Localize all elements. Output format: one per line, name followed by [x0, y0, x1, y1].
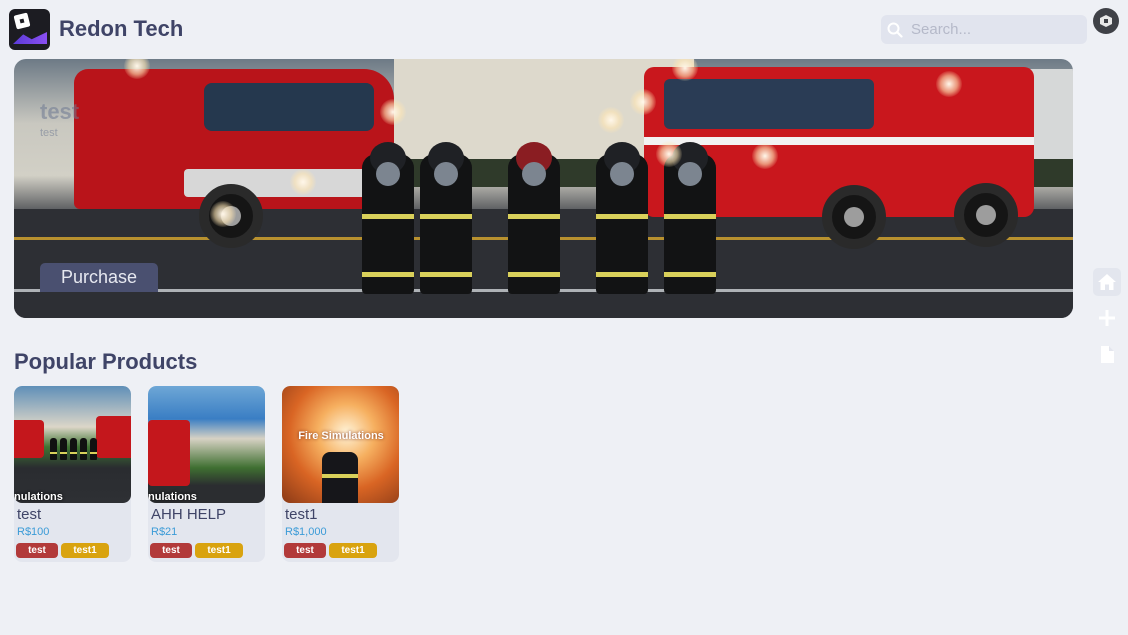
product-price: R$21 [151, 526, 178, 538]
search-icon [887, 22, 903, 38]
product-thumbnail: Fire Simulations [282, 386, 399, 503]
product-tag: test [16, 543, 58, 558]
light-flare [752, 143, 778, 169]
product-tag: test [150, 543, 192, 558]
document-icon [1101, 346, 1114, 363]
product-tag: test1 [329, 543, 377, 558]
product-price: R$1,000 [285, 526, 327, 538]
product-card[interactable]: Fire Simulations test1 R$1,000 test test… [282, 386, 399, 562]
hero-subtitle: test [40, 127, 58, 139]
robux-icon [1100, 15, 1112, 27]
light-flare [380, 99, 406, 125]
light-flare [210, 201, 236, 227]
sidebar-item-home[interactable] [1093, 268, 1121, 296]
brand-name: Redon Tech [59, 16, 184, 41]
product-tag: test [284, 543, 326, 558]
home-icon [1098, 274, 1116, 290]
sidebar-item-documents[interactable] [1093, 340, 1121, 368]
product-name: AHH HELP [151, 506, 227, 523]
light-flare [630, 89, 656, 115]
sidebar-item-add[interactable] [1093, 304, 1121, 332]
hero-banner: test test Purchase [14, 59, 1073, 318]
light-flare [936, 71, 962, 97]
product-thumbnail: nulations [14, 386, 131, 503]
product-card[interactable]: nulations test R$100 test test1 [14, 386, 131, 562]
light-flare [290, 169, 316, 195]
firefighter [664, 142, 716, 294]
truck-wheel [822, 185, 886, 249]
product-tag: test1 [61, 543, 109, 558]
truck-wheel [954, 183, 1018, 247]
firefighter [596, 142, 648, 294]
firefighter [508, 142, 560, 294]
plus-icon [1099, 310, 1115, 326]
product-price: R$100 [17, 526, 50, 538]
robux-button[interactable] [1093, 8, 1119, 34]
firefighter [362, 142, 414, 294]
search-input[interactable] [911, 21, 1081, 38]
search-bar[interactable] [881, 15, 1087, 44]
thumbnail-text: Fire Simulations [298, 430, 384, 442]
app-logo[interactable] [9, 9, 50, 50]
product-tag: test1 [195, 543, 243, 558]
light-flare [656, 141, 682, 167]
purchase-button[interactable]: Purchase [40, 263, 158, 292]
thumbnail-text: nulations [14, 491, 63, 503]
firefighter [420, 142, 472, 294]
product-name: test [17, 506, 42, 523]
product-thumbnail: nulations [148, 386, 265, 503]
hero-title: test [40, 99, 80, 124]
section-title-popular: Popular Products [14, 349, 198, 374]
thumbnail-text: nulations [148, 491, 197, 503]
product-name: test1 [285, 506, 318, 523]
light-flare [598, 107, 624, 133]
product-card[interactable]: nulations AHH HELP R$21 test test1 [148, 386, 265, 562]
